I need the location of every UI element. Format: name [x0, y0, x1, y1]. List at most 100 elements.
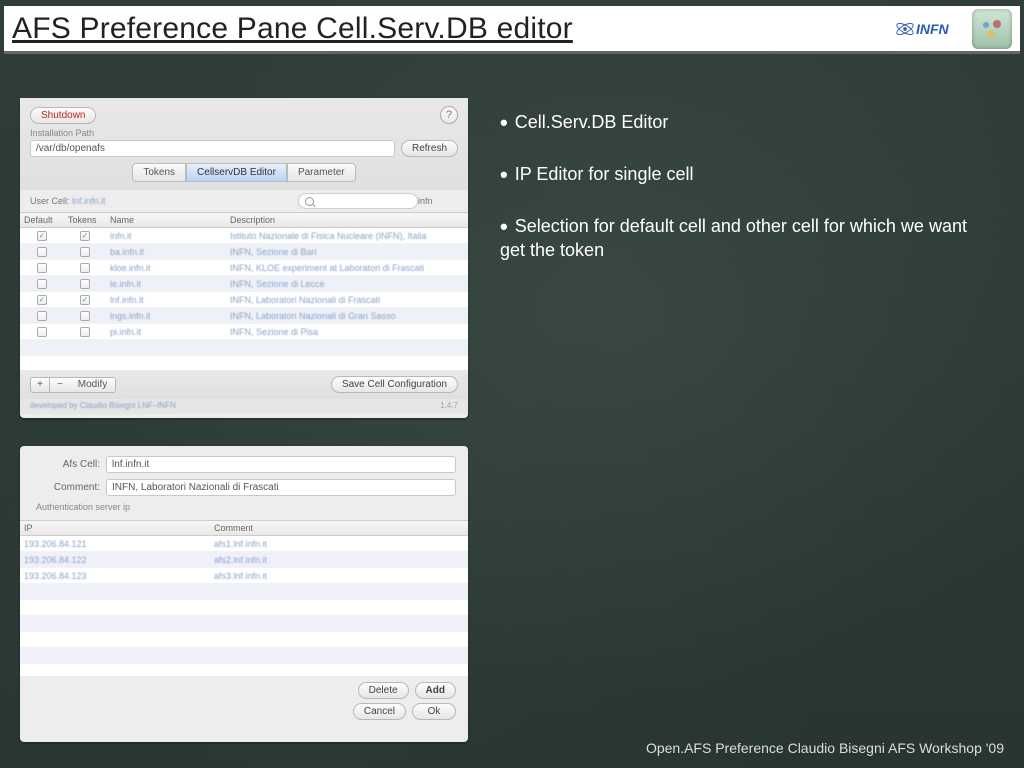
tokens-checkbox[interactable] — [80, 311, 90, 321]
ip-comment: afs1.lnf.infn.it — [210, 537, 468, 551]
dev-text: developed by Claudio Bisegni LNF–INFN — [30, 401, 176, 410]
bullet-2: • IP Editor for single cell — [500, 162, 980, 188]
default-checkbox[interactable] — [37, 263, 47, 273]
bullet-3-text: Selection for default cell and other cel… — [500, 216, 967, 260]
ip-comment: afs2.lnf.infn.it — [210, 553, 468, 567]
th-ip: IP — [20, 521, 210, 535]
afs-cell-field[interactable]: lnf.infn.it — [106, 456, 456, 473]
cell-name: lnf.infn.it — [106, 293, 226, 307]
cell-name: pi.infn.it — [106, 325, 226, 339]
tokens-checkbox[interactable] — [80, 263, 90, 273]
infn-logo: INFN — [894, 14, 964, 44]
table-toolbar: + − Modify Save Cell Configuration — [20, 370, 468, 399]
remove-cell-button[interactable]: − — [50, 377, 70, 393]
footer-text: Open.AFS Preference Claudio Bisegni AFS … — [646, 740, 1004, 756]
modify-cell-button[interactable]: Modify — [70, 377, 116, 393]
refresh-button[interactable]: Refresh — [401, 140, 458, 157]
logos: INFN — [894, 9, 1012, 49]
table-row[interactable]: ba.infn.itINFN, Sezione di Bari — [20, 244, 468, 260]
cells-table-header: Default Tokens Name Description — [20, 212, 468, 228]
add-cell-button[interactable]: + — [30, 377, 50, 393]
ip-cell: 193.206.84.121 — [20, 537, 210, 551]
cell-name: ba.infn.it — [106, 245, 226, 259]
cell-name: kloe.infn.it — [106, 261, 226, 275]
bullet-2-text: IP Editor for single cell — [515, 164, 694, 184]
tokens-checkbox[interactable] — [80, 327, 90, 337]
cell-desc: INFN, Sezione di Lecce — [226, 277, 468, 291]
th-tokens: Tokens — [64, 213, 106, 227]
ip-cell: 193.206.84.123 — [20, 569, 210, 583]
title-bar: AFS Preference Pane Cell.Serv.DB editor … — [4, 6, 1020, 54]
tab-bar: Tokens CellservDB Editor Parameter — [30, 163, 458, 182]
install-path-label: Installation Path — [30, 128, 458, 138]
tokens-checkbox[interactable] — [80, 247, 90, 257]
table-row[interactable]: 193.206.84.122afs2.lnf.infn.it — [20, 552, 468, 568]
user-cell-value: lnf.infn.it — [72, 196, 106, 206]
install-path-field[interactable]: /var/db/openafs — [30, 140, 395, 157]
version-text: 1.4.7 — [440, 401, 458, 410]
ip-cell: 193.206.84.122 — [20, 553, 210, 567]
slide-title: AFS Preference Pane Cell.Serv.DB editor — [12, 12, 573, 46]
cell-desc: INFN, Laboratori Nazionali di Frascati — [226, 293, 468, 307]
bullet-list: • Cell.Serv.DB Editor • IP Editor for si… — [500, 110, 980, 287]
table-row[interactable]: 193.206.84.123afs3.lnf.infn.it — [20, 568, 468, 584]
default-checkbox[interactable] — [37, 311, 47, 321]
tokens-checkbox[interactable] — [80, 279, 90, 289]
comment-field[interactable]: INFN, Laboratori Nazionali di Frascati — [106, 479, 456, 496]
tab-cellservdb[interactable]: CellservDB Editor — [186, 163, 287, 182]
table-row[interactable]: lngs.infn.itINFN, Laboratori Nazionali d… — [20, 308, 468, 324]
help-icon[interactable]: ? — [440, 106, 458, 124]
auth-server-section-label: Authentication server ip — [32, 502, 456, 514]
bullet-1-text: Cell.Serv.DB Editor — [515, 112, 669, 132]
cell-desc: INFN, KLOE experiment at Laboratori di F… — [226, 261, 468, 275]
default-checkbox[interactable] — [37, 247, 47, 257]
bullet-1: • Cell.Serv.DB Editor — [500, 110, 980, 136]
cell-name: infn.it — [106, 229, 226, 243]
cell-desc: INFN, Sezione di Pisa — [226, 325, 468, 339]
table-row[interactable]: ✓ ✓ infn.itIstituto Nazionale di Fisica Nu… — [20, 228, 468, 244]
ip-editor-panel: Afs Cell: lnf.infn.it Comment: INFN, Lab… — [20, 446, 468, 742]
add-button[interactable]: Add — [415, 682, 456, 699]
cancel-button[interactable]: Cancel — [353, 703, 406, 720]
th-desc: Description — [226, 213, 468, 227]
tab-parameter[interactable]: Parameter — [287, 163, 356, 182]
openafs-logo — [972, 9, 1012, 49]
user-cell-row: User Cell: lnf.infn.it infn — [20, 190, 468, 212]
search-icon — [305, 197, 314, 206]
infn-logo-text: INFN — [916, 21, 949, 37]
th-comment: Comment — [210, 521, 468, 535]
afs-cell-label: Afs Cell: — [32, 459, 100, 470]
search-input[interactable] — [298, 193, 418, 209]
dev-line: developed by Claudio Bisegni LNF–INFN 1.… — [20, 399, 468, 414]
bullet-3: • Selection for default cell and other c… — [500, 214, 980, 261]
default-checkbox[interactable] — [37, 327, 47, 337]
cell-desc: INFN, Sezione di Bari — [226, 245, 468, 259]
th-name: Name — [106, 213, 226, 227]
tokens-checkbox[interactable]: ✓ — [80, 231, 90, 241]
default-checkbox[interactable]: ✓ — [37, 231, 47, 241]
tokens-checkbox[interactable]: ✓ — [80, 295, 90, 305]
ip-comment: afs3.lnf.infn.it — [210, 569, 468, 583]
shutdown-button[interactable]: Shutdown — [30, 107, 96, 124]
table-row[interactable]: pi.infn.itINFN, Sezione di Pisa — [20, 324, 468, 340]
default-checkbox[interactable]: ✓ — [37, 295, 47, 305]
ok-button[interactable]: Ok — [412, 703, 456, 720]
cell-desc: INFN, Laboratori Nazionali di Gran Sasso — [226, 309, 468, 323]
table-row[interactable]: kloe.infn.itINFN, KLOE experiment at Lab… — [20, 260, 468, 276]
ip-table-body: 193.206.84.121afs1.lnf.infn.it193.206.84… — [20, 536, 468, 676]
cellservdb-editor-panel: Shutdown ? Installation Path /var/db/ope… — [20, 98, 468, 418]
save-config-button[interactable]: Save Cell Configuration — [331, 376, 458, 393]
th-default: Default — [20, 213, 64, 227]
cell-name: le.infn.it — [106, 277, 226, 291]
table-row[interactable]: ✓ ✓ lnf.infn.itINFN, Laboratori Nazionali … — [20, 292, 468, 308]
cells-table-body: ✓ ✓ infn.itIstituto Nazionale di Fisica Nu… — [20, 228, 468, 370]
user-cell-label: User Cell: — [30, 196, 70, 206]
ip-table-header: IP Comment — [20, 520, 468, 536]
delete-button[interactable]: Delete — [358, 682, 409, 699]
table-row[interactable]: 193.206.84.121afs1.lnf.infn.it — [20, 536, 468, 552]
default-checkbox[interactable] — [37, 279, 47, 289]
table-row[interactable]: le.infn.itINFN, Sezione di Lecce — [20, 276, 468, 292]
tab-tokens[interactable]: Tokens — [132, 163, 186, 182]
cell-desc: Istituto Nazionale di Fisica Nucleare (I… — [226, 229, 468, 243]
comment-label: Comment: — [32, 482, 100, 493]
